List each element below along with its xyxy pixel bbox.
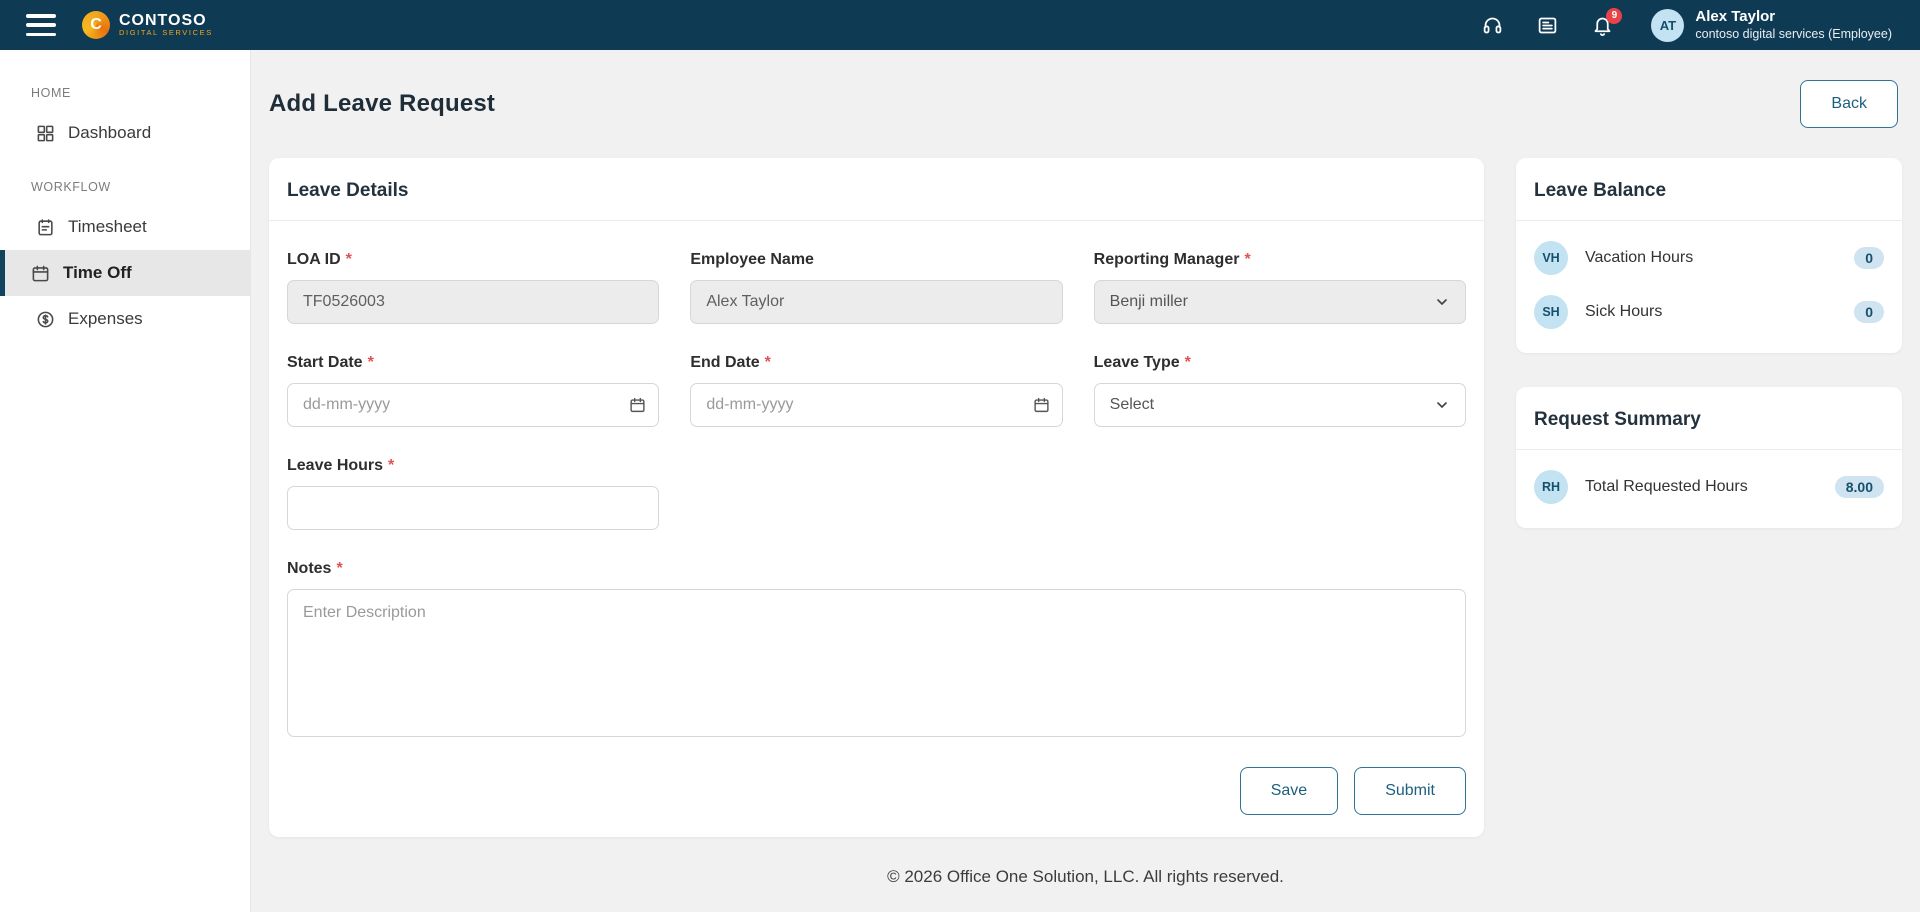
- reporting-manager-select[interactable]: Benji miller: [1094, 280, 1466, 324]
- brand-subtitle: DIGITAL SERVICES: [119, 29, 213, 37]
- end-date-label: End Date: [690, 354, 759, 372]
- sidebar-item-label: Dashboard: [68, 123, 151, 143]
- employee-name-field: Employee Name: [690, 251, 1062, 324]
- leave-type-select[interactable]: Select: [1094, 383, 1466, 427]
- reporting-manager-label: Reporting Manager: [1094, 251, 1240, 269]
- footer-copyright: © 2026 Office One Solution, LLC. All rig…: [251, 837, 1920, 912]
- required-marker: *: [388, 457, 394, 475]
- chevron-down-icon: [1434, 397, 1450, 413]
- timesheet-icon: [36, 218, 55, 237]
- user-name: Alex Taylor: [1695, 8, 1892, 27]
- notifications-bell-icon[interactable]: 9: [1592, 15, 1613, 36]
- leave-hours-field: Leave Hours *: [287, 457, 659, 530]
- leave-type-field: Leave Type * Select: [1094, 354, 1466, 427]
- vacation-hours-row: VH Vacation Hours 0: [1516, 231, 1902, 285]
- loa-id-input: [287, 280, 659, 324]
- back-button[interactable]: Back: [1800, 80, 1898, 128]
- total-requested-hours-badge: 8.00: [1835, 476, 1884, 498]
- leave-details-card: Leave Details LOA ID * E: [269, 158, 1484, 837]
- sick-hours-value-badge: 0: [1854, 301, 1884, 323]
- notification-count-badge: 9: [1606, 8, 1622, 24]
- sidebar: HOME Dashboard WORKFLOW Timesheet Time O…: [0, 50, 251, 912]
- leave-type-value: Select: [1110, 396, 1154, 414]
- leave-hours-input[interactable]: [287, 486, 659, 530]
- save-button[interactable]: Save: [1240, 767, 1338, 815]
- start-date-field: Start Date *: [287, 354, 659, 427]
- user-avatar: AT: [1651, 9, 1684, 42]
- sidebar-item-label: Time Off: [63, 263, 132, 283]
- right-column: Leave Balance VH Vacation Hours 0 SH Sic…: [1516, 158, 1902, 528]
- employee-name-input: [690, 280, 1062, 324]
- required-marker: *: [1185, 354, 1191, 372]
- requested-hours-avatar: RH: [1534, 470, 1568, 504]
- start-date-label: Start Date: [287, 354, 363, 372]
- sidebar-item-dashboard[interactable]: Dashboard: [0, 110, 250, 156]
- submit-button[interactable]: Submit: [1354, 767, 1466, 815]
- dashboard-icon: [36, 124, 55, 143]
- sidebar-item-label: Timesheet: [68, 217, 147, 237]
- leave-details-title: Leave Details: [287, 180, 1466, 202]
- end-date-input[interactable]: [690, 383, 1062, 427]
- start-date-input[interactable]: [287, 383, 659, 427]
- sick-hours-label: Sick Hours: [1585, 303, 1854, 321]
- page-title: Add Leave Request: [269, 90, 495, 118]
- request-summary-card: Request Summary RH Total Requested Hours…: [1516, 387, 1902, 528]
- expenses-dollar-icon: [36, 310, 55, 329]
- user-org: contoso digital services (Employee): [1695, 27, 1892, 43]
- brand-name: CONTOSO: [119, 13, 213, 30]
- notes-field: Notes *: [287, 560, 1466, 737]
- notes-label: Notes: [287, 560, 331, 578]
- required-marker: *: [368, 354, 374, 372]
- contoso-logo: C CONTOSO DIGITAL SERVICES: [82, 11, 213, 39]
- employee-name-label: Employee Name: [690, 251, 814, 269]
- end-date-field: End Date *: [690, 354, 1062, 427]
- reporting-manager-value: Benji miller: [1110, 293, 1188, 311]
- sick-hours-avatar: SH: [1534, 295, 1568, 329]
- total-requested-hours-label: Total Requested Hours: [1585, 478, 1835, 496]
- required-marker: *: [346, 251, 352, 269]
- chevron-down-icon: [1434, 294, 1450, 310]
- user-menu[interactable]: AT Alex Taylor contoso digital services …: [1651, 8, 1892, 42]
- leave-balance-title: Leave Balance: [1534, 180, 1884, 202]
- vacation-hours-avatar: VH: [1534, 241, 1568, 275]
- required-marker: *: [336, 560, 342, 578]
- sidebar-section-workflow: WORKFLOW: [0, 170, 250, 204]
- time-off-icon: [31, 264, 50, 283]
- calendar-icon[interactable]: [629, 397, 646, 414]
- total-requested-hours-row: RH Total Requested Hours 8.00: [1516, 460, 1902, 514]
- sidebar-item-timesheet[interactable]: Timesheet: [0, 204, 250, 250]
- vacation-hours-value-badge: 0: [1854, 247, 1884, 269]
- news-icon[interactable]: [1537, 15, 1558, 36]
- support-headset-icon[interactable]: [1482, 15, 1503, 36]
- notes-textarea[interactable]: [287, 589, 1466, 737]
- sidebar-section-home: HOME: [0, 76, 250, 110]
- sidebar-item-expenses[interactable]: Expenses: [0, 296, 250, 342]
- loa-id-label: LOA ID: [287, 251, 341, 269]
- sidebar-item-label: Expenses: [68, 309, 143, 329]
- vacation-hours-label: Vacation Hours: [1585, 249, 1854, 267]
- hamburger-icon: [26, 14, 56, 18]
- loa-id-field: LOA ID *: [287, 251, 659, 324]
- top-navbar: C CONTOSO DIGITAL SERVICES 9 AT Alex Tay…: [0, 0, 1920, 50]
- sick-hours-row: SH Sick Hours 0: [1516, 285, 1902, 339]
- leave-balance-card: Leave Balance VH Vacation Hours 0 SH Sic…: [1516, 158, 1902, 353]
- leave-hours-label: Leave Hours: [287, 457, 383, 475]
- sidebar-item-timeoff[interactable]: Time Off: [0, 250, 250, 296]
- required-marker: *: [765, 354, 771, 372]
- leave-type-label: Leave Type: [1094, 354, 1180, 372]
- reporting-manager-field: Reporting Manager * Benji miller: [1094, 251, 1466, 324]
- required-marker: *: [1244, 251, 1250, 269]
- contoso-logo-icon: C: [82, 11, 110, 39]
- menu-toggle-button[interactable]: [26, 14, 56, 36]
- request-summary-title: Request Summary: [1534, 409, 1884, 431]
- main-content: Add Leave Request Back Leave Details LOA…: [251, 50, 1920, 912]
- calendar-icon[interactable]: [1033, 397, 1050, 414]
